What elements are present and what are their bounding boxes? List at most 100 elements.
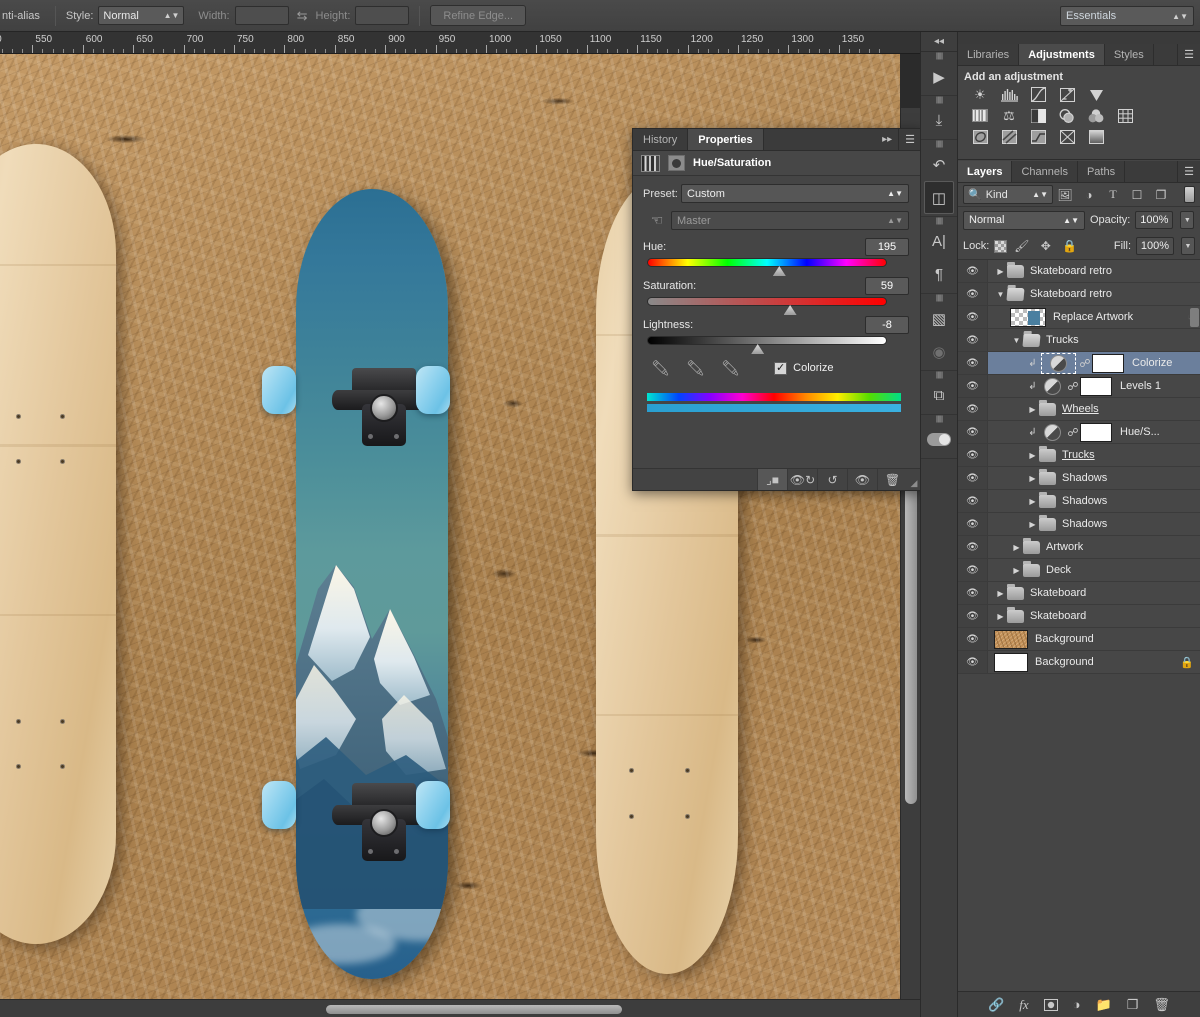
layer-visibility-eye-icon[interactable]: 👁 <box>958 444 988 466</box>
layer-visibility-eye-icon[interactable]: 👁 <box>958 467 988 489</box>
layer-name[interactable]: Colorize <box>1132 357 1172 369</box>
adjustment-layer-thumbnail[interactable] <box>1050 354 1067 372</box>
mask-link-icon[interactable]: ☍ <box>1066 426 1080 439</box>
layer-name[interactable]: Levels 1 <box>1120 380 1161 392</box>
toggle-switch-icon[interactable] <box>921 423 957 456</box>
layer-name[interactable]: Hue/S... <box>1120 426 1160 438</box>
hue-saturation-icon[interactable] <box>970 106 990 125</box>
type-layer-filter-icon[interactable]: T <box>1101 185 1125 205</box>
layer-row[interactable]: 👁 ↲ ☍ Hue/S... <box>958 421 1200 444</box>
eyedropper-icon[interactable]: 🖍 <box>651 359 670 377</box>
adjustment-layer-thumbnail-selected[interactable] <box>1041 352 1076 374</box>
layer-row[interactable]: 👁 ▶ Artwork <box>958 536 1200 559</box>
dock-grip[interactable]: |||||||| <box>921 96 957 104</box>
layer-mask-thumbnail-icon[interactable] <box>668 155 685 171</box>
layer-visibility-eye-icon[interactable]: 👁 <box>958 605 988 627</box>
layer-thumbnail[interactable] <box>994 629 1028 649</box>
tab-channels[interactable]: Channels <box>1012 161 1078 182</box>
toggle-visibility-icon[interactable]: 👁 <box>847 469 877 490</box>
adjustment-layer-thumbnail[interactable] <box>1044 377 1061 395</box>
dock-grip[interactable]: |||||||| <box>921 415 957 423</box>
layer-row[interactable]: 👁 ▼ Trucks <box>958 329 1200 352</box>
tab-history[interactable]: History <box>633 129 689 150</box>
layer-name[interactable]: Wheels <box>1062 403 1099 415</box>
black-white-icon[interactable] <box>1028 106 1048 125</box>
layer-name[interactable]: Background <box>1035 656 1094 668</box>
color-balance-icon[interactable]: ⚖ <box>999 106 1019 125</box>
layer-row[interactable]: 👁 Background <box>958 628 1200 651</box>
lock-image-pixels-icon[interactable]: 🖌 <box>1012 237 1031 255</box>
delete-layer-icon[interactable]: 🗑 <box>1153 997 1170 1013</box>
chevron-right-icon[interactable]: ▶ <box>1026 520 1039 529</box>
layer-row[interactable]: 👁 ▶ Trucks <box>958 444 1200 467</box>
channel-mixer-icon[interactable] <box>1086 106 1106 125</box>
tab-properties[interactable]: Properties <box>688 129 764 150</box>
dock-grip[interactable]: |||||||| <box>921 140 957 148</box>
layer-row-scroll-indicator[interactable] <box>1190 308 1199 327</box>
layer-row[interactable]: 👁 ▶ Shadows <box>958 513 1200 536</box>
chevron-down-icon[interactable]: ▼ <box>994 290 1007 299</box>
3d-panel-icon[interactable]: ◫ <box>924 181 954 214</box>
layer-visibility-eye-icon[interactable]: 👁 <box>958 651 988 673</box>
layer-row-body[interactable]: ↲ ☍ Levels 1 <box>988 375 1200 397</box>
eyedropper-add-icon[interactable]: 🖍 <box>686 359 705 377</box>
new-layer-icon[interactable]: ❐ <box>1127 997 1139 1013</box>
layer-row[interactable]: 👁 ↲ ☍ Levels 1 <box>958 375 1200 398</box>
download-icon[interactable]: ⤓ <box>921 104 957 137</box>
chevron-right-icon[interactable]: ▶ <box>1010 543 1023 552</box>
layer-visibility-eye-icon[interactable]: 👁 <box>958 421 988 443</box>
layer-row-body[interactable]: Replace Artwork◑ <box>988 306 1200 328</box>
layer-name[interactable]: Skateboard retro <box>1030 265 1112 277</box>
layer-visibility-eye-icon[interactable]: 👁 <box>958 329 988 351</box>
layer-name[interactable]: Deck <box>1046 564 1071 576</box>
lightness-slider[interactable] <box>647 336 887 354</box>
add-layer-style-icon[interactable]: fx <box>1019 997 1028 1013</box>
chevron-right-icon[interactable]: ▶ <box>1010 566 1023 575</box>
chevron-right-icon[interactable]: ▶ <box>1026 497 1039 506</box>
hue-slider-thumb[interactable] <box>772 266 786 276</box>
saturation-slider-thumb[interactable] <box>783 305 797 315</box>
dock-grip[interactable]: |||||||| <box>921 217 957 225</box>
layer-thumbnail[interactable] <box>1010 307 1046 327</box>
layer-visibility-eye-icon[interactable]: 👁 <box>958 352 988 374</box>
resize-grip[interactable]: ◢ <box>907 469 921 490</box>
smart-object-filter-icon[interactable]: ❐ <box>1149 185 1173 205</box>
layer-thumbnail[interactable] <box>994 652 1028 672</box>
mask-link-icon[interactable]: ☍ <box>1066 380 1080 393</box>
layer-row-body[interactable]: ▶ Shadows <box>988 513 1200 535</box>
chevron-right-icon[interactable]: ▶ <box>994 267 1007 276</box>
layer-name[interactable]: Shadows <box>1062 472 1107 484</box>
new-group-icon[interactable]: 📁 <box>1096 997 1112 1013</box>
layer-row[interactable]: 👁 ▶ Shadows <box>958 490 1200 513</box>
tab-layers[interactable]: Layers <box>958 161 1013 182</box>
layer-row-body[interactable]: ▶ Trucks <box>988 444 1200 466</box>
layer-row-body[interactable]: ▼ Skateboard retro <box>988 283 1200 305</box>
filter-kind-select[interactable]: 🔍 Kind ▲▼ <box>963 185 1053 204</box>
layer-row-body[interactable]: ↲ ☍ Colorize <box>988 352 1200 374</box>
saturation-value-field[interactable]: 59 <box>865 277 909 295</box>
color-lookup-icon[interactable] <box>1115 106 1135 125</box>
selective-color-icon[interactable] <box>1086 127 1106 146</box>
timeline-play-icon[interactable]: ▶ <box>921 60 957 93</box>
gradient-map-icon[interactable] <box>1057 127 1077 146</box>
opacity-stepper[interactable]: ▼ <box>1180 211 1195 229</box>
layer-visibility-eye-icon[interactable]: 👁 <box>958 490 988 512</box>
lightness-value-field[interactable]: -8 <box>865 316 909 334</box>
adjustment-layer-filter-icon[interactable]: ◑ <box>1077 185 1101 205</box>
layer-row[interactable]: 👁 ▶ Skateboard <box>958 605 1200 628</box>
layer-name[interactable]: Skateboard <box>1030 587 1086 599</box>
on-image-adjust-hand-icon[interactable]: ☜ <box>643 212 671 229</box>
view-previous-state-icon[interactable]: 👁↻ <box>787 469 817 490</box>
new-adjustment-layer-icon[interactable]: ◑ <box>1073 997 1081 1012</box>
layer-name[interactable]: Skateboard retro <box>1030 288 1112 300</box>
workspace-select[interactable]: Essentials ▲▼ <box>1060 6 1194 26</box>
lock-transparent-pixels-icon[interactable] <box>994 239 1008 253</box>
adjustment-layer-thumbnail[interactable] <box>1044 423 1061 441</box>
panel-menu-icon[interactable]: ☰ <box>1177 44 1200 65</box>
layer-row-body[interactable]: ▶ Artwork <box>988 536 1200 558</box>
lock-all-icon[interactable]: 🔒 <box>1060 237 1079 255</box>
layer-visibility-eye-icon[interactable]: 👁 <box>958 283 988 305</box>
layer-row[interactable]: 👁 ▶ Skateboard <box>958 582 1200 605</box>
dock-grip[interactable]: |||||||| <box>921 52 957 60</box>
clip-to-layer-icon[interactable]: ⌟■ <box>757 469 787 490</box>
